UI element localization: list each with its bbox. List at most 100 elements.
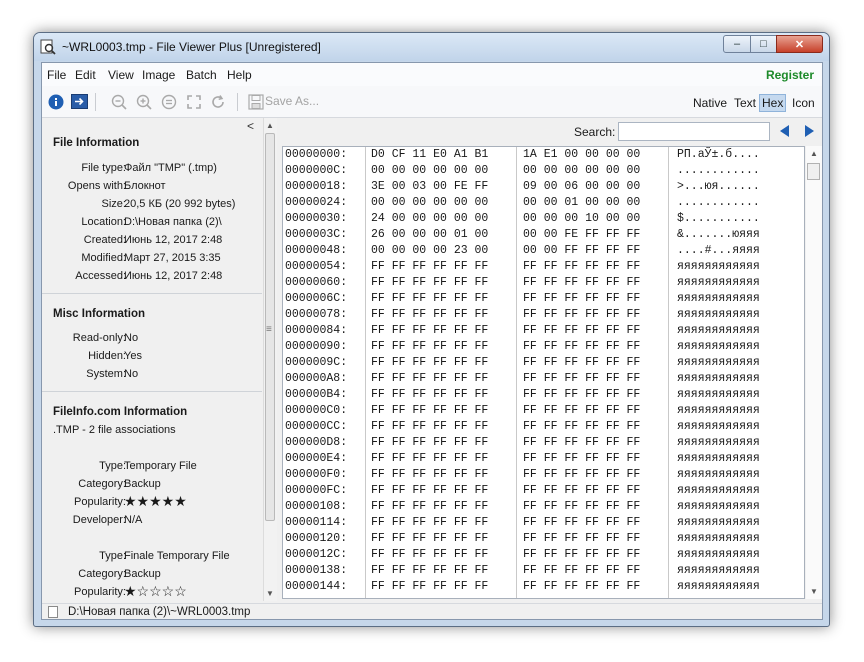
minimize-button[interactable]: – [723,35,751,53]
hex-bytes-right: FF FF FF FF FF FF [523,340,641,353]
hex-row[interactable]: 00000138: FF FF FF FF FF FF FF FF FF FF FF… [283,563,803,579]
hex-row[interactable]: 00000030: 24 00 00 00 00 00 00 00 00 10 00… [283,211,803,227]
scroll-down-icon[interactable]: ▼ [810,587,818,596]
splitter-grip-icon[interactable]: ≡ [266,324,272,335]
scroll-up-icon[interactable]: ▲ [810,149,818,158]
view-hex[interactable]: Hex [759,94,787,112]
view-text[interactable]: Text [732,95,758,111]
menu-help[interactable]: Help [227,68,252,82]
register-link[interactable]: Register [766,68,814,82]
hex-offset: 00000024: [285,196,348,209]
hex-bytes-right: 1A E1 00 00 00 00 [523,148,641,161]
hex-bytes-left: FF FF FF FF FF FF [371,292,489,305]
association-count: .TMP - 2 file associations [53,424,176,436]
fit-icon[interactable] [185,93,202,110]
hex-offset: 00000048: [285,244,348,257]
open-in-icon[interactable] [71,93,88,110]
close-button[interactable]: ✕ [776,35,823,53]
hex-row[interactable]: 000000E4: FF FF FF FF FF FF FF FF FF FF FF… [283,451,803,467]
rotate-icon[interactable] [209,93,226,110]
hex-row[interactable]: 00000144: FF FF FF FF FF FF FF FF FF FF FF… [283,579,803,595]
popularity-stars: ★☆☆☆☆ [124,583,187,599]
hex-row[interactable]: 00000114: FF FF FF FF FF FF FF FF FF FF FF… [283,515,803,531]
hex-ascii: &.......юяяя [677,228,760,241]
menu-file[interactable]: File [47,68,66,82]
hex-row[interactable]: 0000006C: FF FF FF FF FF FF FF FF FF FF FF… [283,291,803,307]
hex-row[interactable]: 00000090: FF FF FF FF FF FF FF FF FF FF FF… [283,339,803,355]
hex-ascii: яяяяяяяяяяяя [677,372,760,385]
hex-row[interactable]: 00000048: 00 00 00 00 23 00 00 00 FF FF FF… [283,243,803,259]
hex-row[interactable]: 00000108: FF FF FF FF FF FF FF FF FF FF FF… [283,499,803,515]
hex-offset: 000000D8: [285,436,348,449]
hex-row[interactable]: 00000120: FF FF FF FF FF FF FF FF FF FF FF… [283,531,803,547]
info-label: Accessed: [75,270,126,282]
info-icon[interactable] [47,93,64,110]
hex-scrollbar[interactable]: ▲ ▼ [806,146,822,599]
hex-bytes-right: FF FF FF FF FF FF [523,580,641,593]
hex-bytes-left: 00 00 00 00 23 00 [371,244,489,257]
hex-row[interactable]: 00000018: 3E 00 03 00 FE FF 09 00 06 00 00… [283,179,803,195]
hex-row[interactable]: 00000060: FF FF FF FF FF FF FF FF FF FF FF… [283,275,803,291]
hex-row[interactable]: 0000012C: FF FF FF FF FF FF FF FF FF FF FF… [283,547,803,563]
hex-row[interactable]: 00000024: 00 00 00 00 00 00 00 00 01 00 00… [283,195,803,211]
hex-row[interactable]: 000000C0: FF FF FF FF FF FF FF FF FF FF FF… [283,403,803,419]
hex-row[interactable]: 0000003C: 26 00 00 00 01 00 00 00 FE FF FF… [283,227,803,243]
scroll-up-icon[interactable]: ▲ [266,121,274,130]
hex-row[interactable]: 0000000C: 00 00 00 00 00 00 00 00 00 00 00… [283,163,803,179]
hex-ascii: яяяяяяяяяяяя [677,436,760,449]
menu-edit[interactable]: Edit [75,68,96,82]
menu-batch[interactable]: Batch [186,68,217,82]
info-panel-scrollbar[interactable]: ▲ ≡ ▼ [263,118,277,601]
view-native[interactable]: Native [691,95,729,111]
hex-ascii: >...юя...... [677,180,760,193]
title-bar[interactable]: ~WRL0003.tmp - File Viewer Plus [Unregis… [34,33,829,61]
hex-row[interactable]: 00000000: D0 CF 11 E0 A1 B1 1A E1 00 00 00… [283,147,803,163]
close-icon: ✕ [794,38,805,51]
zoom-out-icon[interactable] [110,93,127,110]
assoc-category-value: Backup [124,478,161,490]
hex-grid[interactable]: 00000000: D0 CF 11 E0 A1 B1 1A E1 00 00 00… [282,146,805,599]
hex-bytes-right: 00 00 FE FF FF FF [523,228,641,241]
maximize-button[interactable]: □ [750,35,777,53]
hex-bytes-left: FF FF FF FF FF FF [371,468,489,481]
info-label: Developer: [72,514,126,526]
scroll-down-icon[interactable]: ▼ [266,589,274,598]
hex-offset: 000000E4: [285,452,348,465]
menu-image[interactable]: Image [142,68,175,82]
info-label: Modified: [81,252,126,264]
collapse-panel-button[interactable]: < [247,119,254,133]
hex-row[interactable]: 000000F0: FF FF FF FF FF FF FF FF FF FF FF… [283,467,803,483]
window-title: ~WRL0003.tmp - File Viewer Plus [Unregis… [62,40,321,54]
hex-ascii: яяяяяяяяяяяя [677,404,760,417]
info-label: Category: [78,568,126,580]
hex-ascii: яяяяяяяяяяяя [677,484,760,497]
save-icon[interactable] [247,93,264,110]
hex-bytes-left: FF FF FF FF FF FF [371,532,489,545]
view-icon[interactable]: Icon [790,95,817,111]
scrollbar-thumb[interactable] [807,163,820,180]
hex-offset: 00000000: [285,148,348,161]
hex-row[interactable]: 00000084: FF FF FF FF FF FF FF FF FF FF FF… [283,323,803,339]
hex-row[interactable]: 00000078: FF FF FF FF FF FF FF FF FF FF FF… [283,307,803,323]
search-prev-icon[interactable] [778,123,792,139]
hex-offset: 00000084: [285,324,348,337]
hex-row[interactable]: 0000009C: FF FF FF FF FF FF FF FF FF FF FF… [283,355,803,371]
hex-row[interactable]: 00000054: FF FF FF FF FF FF FF FF FF FF FF… [283,259,803,275]
hex-row[interactable]: 000000FC: FF FF FF FF FF FF FF FF FF FF FF… [283,483,803,499]
hex-row[interactable]: 000000CC: FF FF FF FF FF FF FF FF FF FF FF… [283,419,803,435]
hex-row[interactable]: 000000A8: FF FF FF FF FF FF FF FF FF FF FF… [283,371,803,387]
search-next-icon[interactable] [802,123,816,139]
menu-view[interactable]: View [108,68,134,82]
hex-row[interactable]: 000000B4: FF FF FF FF FF FF FF FF FF FF FF… [283,387,803,403]
search-input[interactable] [618,122,770,141]
hex-ascii: ....#...яяяя [677,244,760,257]
hex-row[interactable]: 000000D8: FF FF FF FF FF FF FF FF FF FF FF… [283,435,803,451]
hex-offset: 0000003C: [285,228,348,241]
hex-offset: 00000120: [285,532,348,545]
info-label: Popularity: [74,586,126,598]
zoom-in-icon[interactable] [135,93,152,110]
info-label: Size: [101,198,126,210]
zoom-actual-icon[interactable] [160,93,177,110]
hex-bytes-right: 00 00 01 00 00 00 [523,196,641,209]
save-as-button[interactable]: Save As... [265,94,319,108]
